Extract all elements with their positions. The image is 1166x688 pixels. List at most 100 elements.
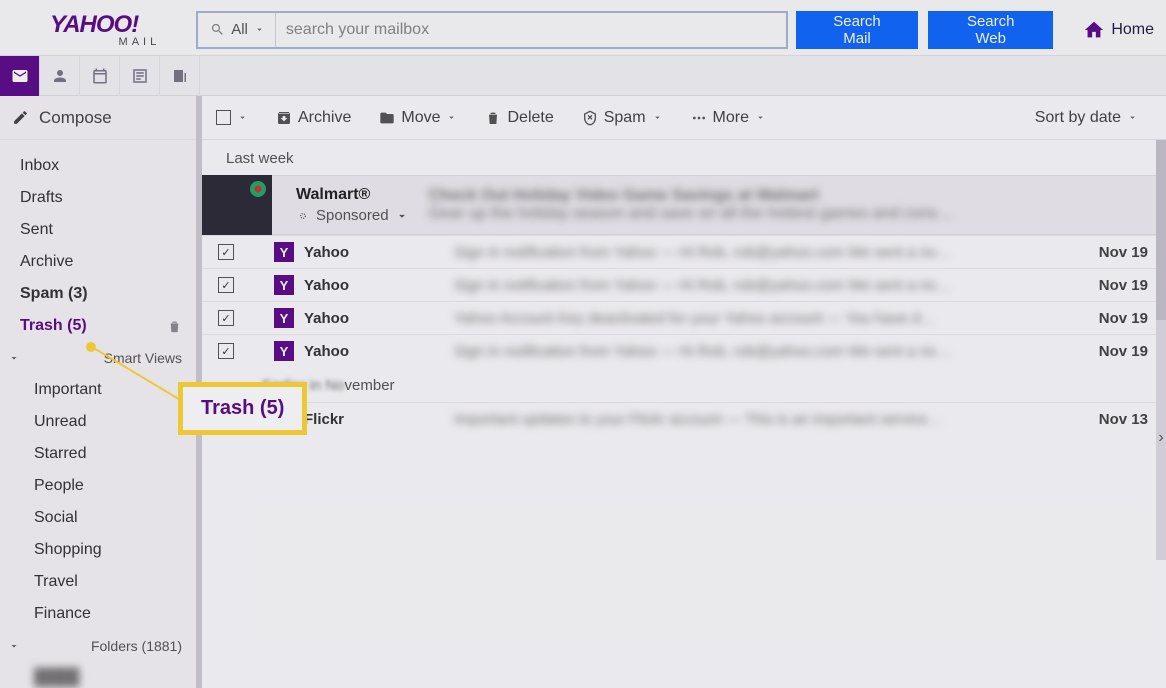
sponsored-icon [296,209,310,223]
mail-date: Nov 19 [1068,310,1148,327]
scrollbar[interactable] [1156,140,1166,560]
search-bar: All [196,11,788,49]
folder-archive[interactable]: Archive [0,246,196,278]
callout-box: Trash (5) [178,382,307,435]
spam-button[interactable]: Spam [568,109,677,127]
shield-x-icon [582,110,598,126]
smartview-travel[interactable]: Travel [0,566,196,598]
sidebar: Compose Inbox Drafts Sent Archive Spam (… [0,96,202,688]
yahoo-avatar-icon: Y [274,341,294,361]
smartview-starred[interactable]: Starred [0,438,196,470]
search-web-button[interactable]: Search Web [928,11,1053,49]
mail-subject: Yahoo Account Key deactivated for your Y… [454,310,1068,327]
mail-subject: Sign in notification from Yahoo — Hi Rob… [454,343,1068,360]
mail-row[interactable]: ✓ Y Yahoo Sign in notification from Yaho… [202,334,1166,367]
nav-icon-strip [0,56,1166,96]
smartview-people[interactable]: People [0,470,196,502]
folder-spam[interactable]: Spam (3) [0,278,196,310]
row-checkbox[interactable]: ✓ [208,310,244,326]
search-input[interactable] [276,13,786,47]
trash-icon [485,110,501,126]
home-icon [1083,19,1105,41]
chevron-down-icon [237,112,248,123]
folder-drafts[interactable]: Drafts [0,182,196,214]
chevron-down-icon [395,209,409,223]
mail-from: Flickr [304,411,454,428]
folder-trash-label: Trash (5) [20,315,87,337]
row-checkbox[interactable]: ✓ [208,244,244,260]
compose-label: Compose [39,108,112,128]
ad-body: Check Out Holiday Video Game Savings at … [429,187,1166,223]
home-link[interactable]: Home [1083,19,1154,41]
yahoo-avatar-icon: Y [274,308,294,328]
custom-folder[interactable]: ████ [0,662,196,688]
mail-date: Nov 19 [1068,343,1148,360]
smartview-shopping[interactable]: Shopping [0,534,196,566]
top-header: YAHOO! MAIL All Search Mail Search Web H… [0,0,1166,56]
more-button[interactable]: More [677,109,780,127]
folder-trash[interactable]: Trash (5) [0,310,196,342]
mail-subject: Sign in notification from Yahoo — Hi Rob… [454,244,1068,261]
mail-row[interactable]: ✓ Y Yahoo Yahoo Account Key deactivated … [202,301,1166,334]
search-mail-button[interactable]: Search Mail [796,11,918,49]
section-folders[interactable]: Folders (1881) [0,630,196,662]
smartview-social[interactable]: Social [0,502,196,534]
trash-icon[interactable] [167,319,182,334]
move-button[interactable]: Move [365,109,471,127]
home-label: Home [1111,21,1154,39]
chevron-down-icon [1127,112,1138,123]
mail-subject: Important updates to your Flickr account… [454,411,1068,428]
ad-thumbnail [202,175,272,235]
mail-from: Yahoo [304,310,454,327]
expand-pane-button[interactable]: › [1154,426,1166,450]
main-pane: Archive Move Delete Spam More [202,96,1166,688]
section-last-week: Last week [202,140,1166,175]
mail-row[interactable]: Flickr Important updates to your Flickr … [202,402,1166,435]
folder-inbox[interactable]: Inbox [0,150,196,182]
smartview-finance[interactable]: Finance [0,598,196,630]
search-scope-dropdown[interactable]: All [198,13,276,47]
nav-mail-icon[interactable] [0,56,40,96]
pencil-icon [12,109,29,126]
row-checkbox[interactable]: ✓ [208,277,244,293]
sort-button[interactable]: Sort by date [1021,109,1152,127]
archive-icon [276,110,292,126]
sponsored-label: Sponsored [316,207,389,224]
ad-meta: Walmart® Sponsored [296,186,409,224]
mail-date: Nov 19 [1068,244,1148,261]
content-row: Compose Inbox Drafts Sent Archive Spam (… [0,96,1166,688]
chevron-down-icon [254,24,265,35]
yahoo-avatar-icon: Y [274,275,294,295]
mail-toolbar: Archive Move Delete Spam More [202,96,1166,140]
nav-calendar-icon[interactable] [80,56,120,96]
row-checkbox[interactable]: ✓ [208,343,244,359]
compose-button[interactable]: Compose [0,96,196,140]
chevron-down-icon [755,112,766,123]
yahoo-avatar-icon: Y [274,242,294,262]
mail-from: Yahoo [304,343,454,360]
mail-from: Yahoo [304,277,454,294]
yahoo-mail-logo: YAHOO! MAIL [50,11,188,48]
mail-list: ✓ Y Yahoo Sign in notification from Yaho… [202,235,1166,367]
sponsored-row[interactable]: Walmart® Sponsored Check Out Holiday Vid… [202,175,1166,235]
chevron-down-icon [8,640,20,652]
move-icon [379,110,395,126]
ellipsis-icon [691,110,707,126]
folder-sent[interactable]: Sent [0,214,196,246]
nav-news-icon[interactable] [160,56,200,96]
search-icon [210,22,225,37]
section-earlier-nov: Earlier in NoEarlier in Novembervember [202,367,1166,402]
mail-date: Nov 13 [1068,411,1148,428]
delete-button[interactable]: Delete [471,109,567,127]
select-all-checkbox[interactable] [216,110,262,125]
archive-button[interactable]: Archive [262,109,365,127]
mail-row[interactable]: ✓ Y Yahoo Sign in notification from Yaho… [202,268,1166,301]
chevron-down-icon [652,112,663,123]
chevron-down-icon [446,112,457,123]
chevron-down-icon [8,352,20,364]
nav-contacts-icon[interactable] [40,56,80,96]
mail-row[interactable]: ✓ Y Yahoo Sign in notification from Yaho… [202,235,1166,268]
mail-from: Yahoo [304,244,454,261]
nav-notepad-icon[interactable] [120,56,160,96]
advertiser-name: Walmart® [296,186,409,204]
